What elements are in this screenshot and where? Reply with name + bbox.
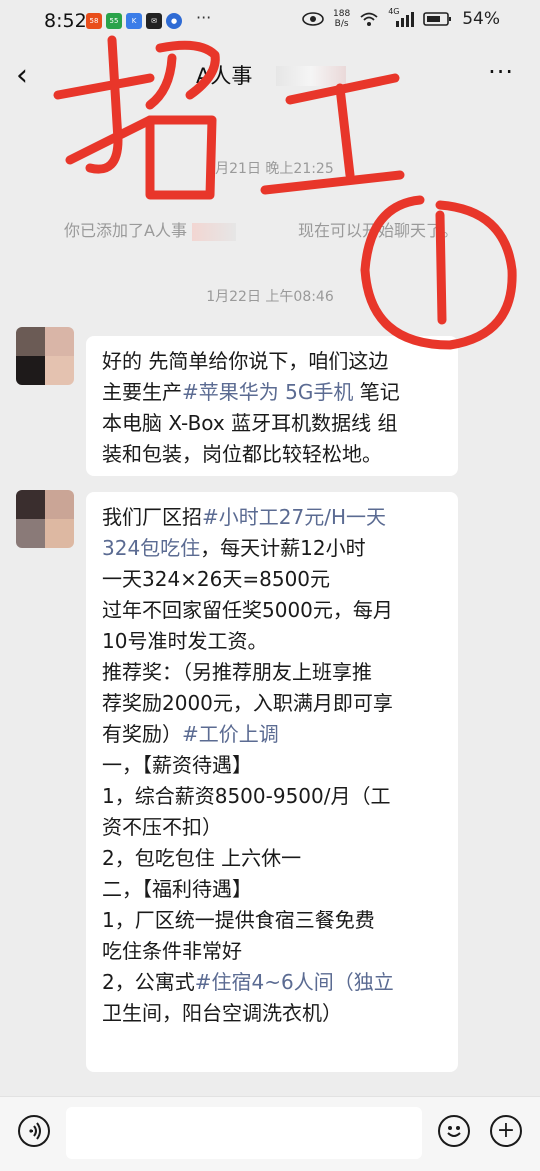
plus-icon[interactable]: + xyxy=(490,1115,522,1147)
stroke xyxy=(260,170,405,195)
voice-icon[interactable] xyxy=(18,1115,50,1147)
message-line: 过年不回家留任奖5000元，每月 xyxy=(102,598,393,622)
hashtag-link[interactable]: 324包吃住 xyxy=(102,536,200,560)
handwritten-annotation xyxy=(53,35,517,350)
message-line: 2，公寓式#住宿4~6人间（独立 xyxy=(102,967,444,998)
message-text: 主要生产 xyxy=(102,380,182,404)
message-line: 资不压不扣） xyxy=(102,815,222,839)
hashtag-link[interactable]: #苹果华为 5G手机 xyxy=(182,380,353,404)
message-line: 装和包装，岗位都比较轻松地。 xyxy=(102,442,382,466)
avatar[interactable] xyxy=(16,490,74,548)
message-line: 二，【福利待遇】 xyxy=(102,877,252,901)
message-bubble[interactable]: 我们厂区招#小时工27元/H一天 324包吃住，每天计薪12小时 一天324×2… xyxy=(86,492,458,1072)
stroke xyxy=(65,115,155,165)
message-input[interactable] xyxy=(66,1107,422,1159)
stroke xyxy=(435,210,447,325)
input-bar: + xyxy=(0,1096,540,1171)
message-line: 一，【薪资待遇】 xyxy=(102,753,252,777)
message-line: 1，厂区统一提供食宿三餐免费 xyxy=(102,908,375,932)
message-line: 2，包吃包住 上六休一 xyxy=(102,846,302,870)
stroke xyxy=(335,83,355,180)
stroke xyxy=(145,115,217,200)
message-line: 324包吃住，每天计薪12小时 xyxy=(102,533,444,564)
message-line: 吃住条件非常好 xyxy=(102,939,242,963)
emoji-icon[interactable] xyxy=(438,1115,470,1147)
message-line: 本电脑 X-Box 蓝牙耳机数据线 组 xyxy=(102,411,398,435)
stroke xyxy=(145,53,177,110)
message-text: 2，公寓式 xyxy=(102,970,195,994)
message-line: 卫生间，阳台空调洗衣机） xyxy=(102,1001,342,1025)
message-text: ，每天计薪12小时 xyxy=(200,536,366,560)
message-text: 笔记 xyxy=(359,380,400,404)
message-line: 10号准时发工资。 xyxy=(102,629,268,653)
message-line: 1，综合薪资8500-9500/月（工 xyxy=(102,784,391,808)
message-line: 荐奖励2000元，入职满月即可享 xyxy=(102,691,393,715)
message-line: 有奖励）#工价上调 xyxy=(102,719,444,750)
message-text: 我们厂区招 xyxy=(102,505,202,529)
hashtag-link[interactable]: #小时工27元/H一天 xyxy=(202,505,386,529)
hashtag-link[interactable]: #住宿4~6人间（独立 xyxy=(195,970,394,994)
message-line: 推荐奖：（另推荐朋友上班享推 xyxy=(102,660,372,684)
message-line: 我们厂区招#小时工27元/H一天 xyxy=(102,502,444,533)
message-line: 主要生产#苹果华为 5G手机 笔记 xyxy=(102,377,444,408)
message-line: 一天324×26天=8500元 xyxy=(102,567,331,591)
hashtag-link[interactable]: #工价上调 xyxy=(182,722,279,746)
message-text: 有奖励） xyxy=(102,722,182,746)
stroke xyxy=(53,73,155,100)
